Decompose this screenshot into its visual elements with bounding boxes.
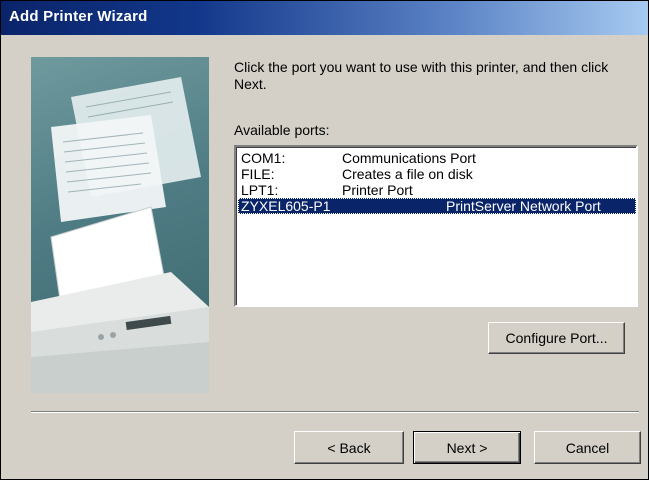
port-name: COM1:: [241, 150, 286, 166]
add-printer-wizard-window: Add Printer Wizard Click the port you wa…: [0, 0, 649, 480]
port-row-lpt1[interactable]: LPT1: Printer Port: [238, 182, 636, 198]
port-description: Printer Port: [342, 182, 413, 198]
port-name: FILE:: [241, 166, 275, 182]
next-button[interactable]: Next >: [413, 431, 521, 464]
back-label: < Back: [327, 439, 371, 456]
port-description: Communications Port: [342, 150, 476, 166]
port-row-file[interactable]: FILE: Creates a file on disk: [238, 166, 636, 182]
port-row-com1[interactable]: COM1: Communications Port: [238, 150, 636, 166]
window-title: Add Printer Wizard: [9, 8, 148, 25]
instructions-text: Click the port you want to use with this…: [234, 59, 609, 92]
port-name: ZYXEL605-P1: [241, 198, 331, 214]
configure-port-button[interactable]: Configure Port...: [488, 322, 625, 354]
next-label: Next >: [446, 439, 488, 456]
ports-listbox[interactable]: COM1: Communications Port FILE: Creates …: [234, 145, 638, 307]
printer-illustration: [31, 57, 209, 393]
port-row-zyxel605-p1[interactable]: ZYXEL605-P1 PrintServer Network Port: [238, 198, 636, 214]
printer-illustration-image: [31, 77, 209, 393]
port-description: Creates a file on disk: [342, 166, 473, 182]
port-description: PrintServer Network Port: [446, 198, 601, 214]
configure-port-label: Configure Port...: [505, 330, 608, 346]
cancel-button[interactable]: Cancel: [534, 431, 641, 464]
separator: [31, 411, 639, 413]
cancel-label: Cancel: [565, 439, 610, 456]
available-ports-label: Available ports:: [234, 122, 330, 138]
back-button[interactable]: < Back: [294, 431, 404, 464]
port-name: LPT1:: [241, 182, 279, 198]
title-bar[interactable]: Add Printer Wizard: [1, 1, 648, 35]
